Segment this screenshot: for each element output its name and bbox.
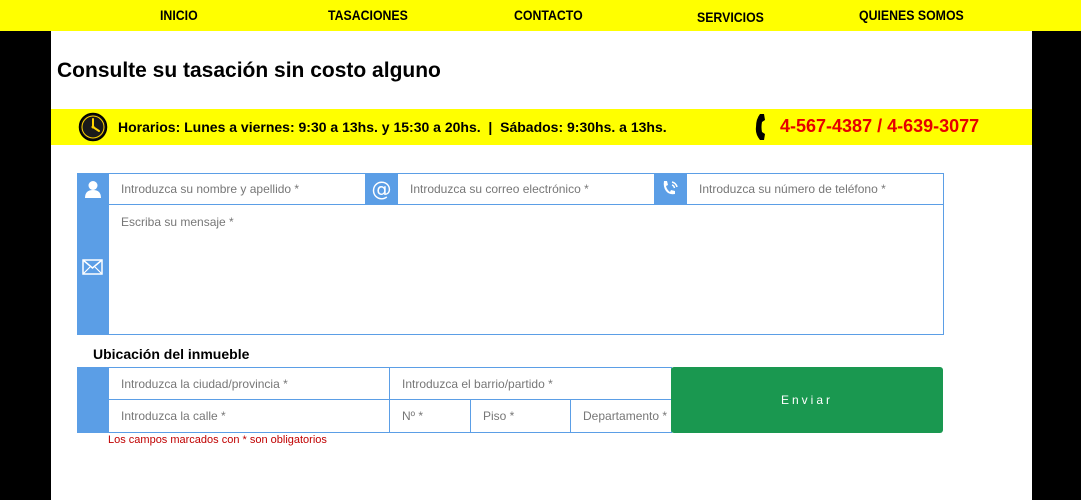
location-section-title: Ubicación del inmueble	[93, 346, 250, 362]
street-field[interactable]	[108, 399, 390, 433]
city-field[interactable]	[108, 367, 390, 400]
apartment-field[interactable]	[570, 399, 672, 433]
clock-icon	[78, 112, 108, 142]
phone-field[interactable]	[686, 173, 944, 205]
hours-bar: Horarios: Lunes a viernes: 9:30 a 13hs. …	[51, 109, 1032, 145]
message-field[interactable]	[108, 204, 944, 335]
required-fields-note: Los campos marcados con * son obligatori…	[108, 434, 327, 446]
phone-volume-icon	[655, 173, 686, 205]
top-nav: INICIO TASACIONES CONTACTO SERVICIOS QUI…	[0, 0, 1081, 31]
user-icon	[77, 173, 108, 205]
main-content: Consulte su tasación sin costo alguno Ho…	[51, 31, 1032, 500]
phone-icon	[755, 114, 765, 140]
contact-form: @	[77, 173, 944, 336]
nav-item-inicio[interactable]: INICIO	[160, 7, 198, 23]
envelope-icon	[82, 259, 103, 275]
nav-item-quienes-somos[interactable]: QUIENES SOMOS	[859, 7, 964, 23]
name-field[interactable]	[108, 173, 366, 205]
send-button[interactable]: Enviar	[671, 367, 943, 433]
phone-numbers[interactable]: 4-567-4387 / 4-639-3077	[780, 116, 979, 137]
number-field[interactable]	[389, 399, 471, 433]
nav-item-tasaciones[interactable]: TASACIONES	[328, 7, 408, 23]
page-title: Consulte su tasación sin costo alguno	[57, 59, 441, 82]
nav-item-contacto[interactable]: CONTACTO	[514, 7, 583, 23]
at-sign-icon: @	[366, 173, 397, 205]
hours-text: Horarios: Lunes a viernes: 9:30 a 13hs. …	[118, 119, 667, 135]
location-side-strip	[77, 367, 108, 433]
email-field[interactable]	[397, 173, 655, 205]
neighborhood-field[interactable]	[389, 367, 672, 400]
nav-item-servicios[interactable]: SERVICIOS	[697, 9, 764, 25]
floor-field[interactable]	[470, 399, 571, 433]
